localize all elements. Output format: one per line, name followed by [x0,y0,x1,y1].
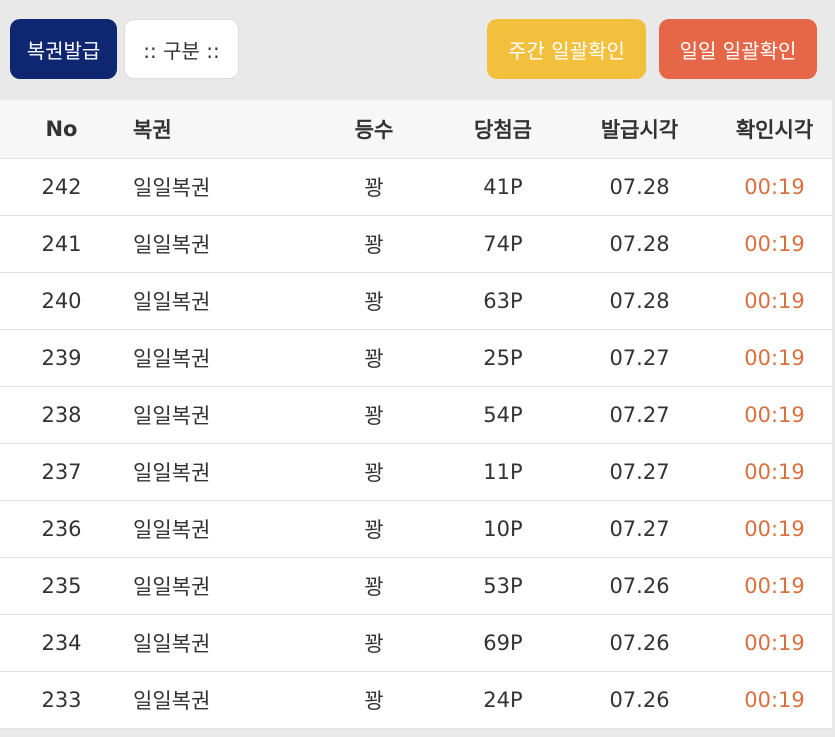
table-row: 241 일일복권 꽝 74P 07.28 00:19 [0,215,832,272]
table-row: 234 일일복권 꽝 69P 07.26 00:19 [0,614,832,671]
header-checked-time: 확인시각 [735,117,814,142]
cell-no: 238 [41,402,82,427]
cell-issued: 07.27 [609,402,670,427]
cell-type: 일일복권 [133,175,211,200]
cell-rank: 꽝 [364,403,384,428]
table-row: 239 일일복권 꽝 25P 07.27 00:19 [0,329,832,386]
cell-checked: 00:19 [744,231,805,256]
cell-no: 237 [41,459,82,484]
cell-issued: 07.27 [609,459,670,484]
cell-prize: 54P [483,402,523,427]
cell-type: 일일복권 [133,289,211,314]
cell-type: 일일복권 [133,460,211,485]
cell-no: 239 [41,345,82,370]
cell-issued: 07.27 [609,345,670,370]
cell-prize: 10P [483,516,523,541]
cell-rank: 꽝 [364,175,384,200]
cell-no: 240 [41,288,82,313]
cell-checked: 00:19 [744,459,805,484]
toolbar: 복권발급 :: 구분 :: 주간 일괄확인 일일 일괄확인 [0,0,835,98]
cell-prize: 69P [483,630,523,655]
cell-no: 241 [41,231,82,256]
weekly-batch-confirm-button[interactable]: 주간 일괄확인 [487,19,646,79]
category-filter-select[interactable]: :: 구분 :: [124,19,239,79]
table-row: 240 일일복권 꽝 63P 07.28 00:19 [0,272,832,329]
cell-issued: 07.28 [609,288,670,313]
table-row: 242 일일복권 꽝 41P 07.28 00:19 [0,158,832,215]
cell-type: 일일복권 [133,346,211,371]
cell-rank: 꽝 [364,517,384,542]
table-row: 238 일일복권 꽝 54P 07.27 00:19 [0,386,832,443]
lottery-table-container: No 복권 등수 당첨금 발급시각 확인시각 242 일일복권 꽝 41P 07… [0,100,832,729]
cell-no: 242 [41,174,82,199]
cell-rank: 꽝 [364,631,384,656]
cell-type: 일일복권 [133,517,211,542]
table-row: 237 일일복권 꽝 11P 07.27 00:19 [0,443,832,500]
header-prize: 당첨금 [474,117,532,142]
header-rank: 등수 [354,117,394,142]
cell-issued: 07.27 [609,516,670,541]
cell-type: 일일복권 [133,232,211,257]
cell-issued: 07.26 [609,687,670,712]
cell-issued: 07.26 [609,573,670,598]
table-row: 236 일일복권 꽝 10P 07.27 00:19 [0,500,832,557]
header-type: 복권 [133,117,172,142]
cell-checked: 00:19 [744,573,805,598]
cell-type: 일일복권 [133,688,211,713]
cell-no: 236 [41,516,82,541]
cell-rank: 꽝 [364,688,384,713]
table-row: 233 일일복권 꽝 24P 07.26 00:19 [0,671,832,728]
cell-prize: 24P [483,687,523,712]
cell-prize: 41P [483,174,523,199]
cell-issued: 07.26 [609,630,670,655]
cell-issued: 07.28 [609,231,670,256]
cell-checked: 00:19 [744,345,805,370]
cell-type: 일일복권 [133,631,211,656]
cell-type: 일일복권 [133,574,211,599]
table-row: 235 일일복권 꽝 53P 07.26 00:19 [0,557,832,614]
cell-prize: 53P [483,573,523,598]
header-no: No [45,116,78,141]
issue-lottery-button[interactable]: 복권발급 [10,19,117,79]
cell-prize: 25P [483,345,523,370]
cell-no: 233 [41,687,82,712]
cell-no: 234 [41,630,82,655]
cell-rank: 꽝 [364,460,384,485]
lottery-history-table: No 복권 등수 당첨금 발급시각 확인시각 242 일일복권 꽝 41P 07… [0,100,832,729]
header-issued-time: 발급시각 [600,117,679,142]
cell-checked: 00:19 [744,174,805,199]
cell-checked: 00:19 [744,402,805,427]
cell-checked: 00:19 [744,516,805,541]
daily-batch-confirm-button[interactable]: 일일 일괄확인 [659,19,817,79]
cell-rank: 꽝 [364,574,384,599]
cell-checked: 00:19 [744,630,805,655]
cell-issued: 07.28 [609,174,670,199]
cell-rank: 꽝 [364,232,384,257]
cell-prize: 63P [483,288,523,313]
cell-prize: 11P [483,459,523,484]
cell-checked: 00:19 [744,288,805,313]
cell-prize: 74P [483,231,523,256]
cell-rank: 꽝 [364,346,384,371]
table-header-row: No 복권 등수 당첨금 발급시각 확인시각 [0,100,832,158]
cell-rank: 꽝 [364,289,384,314]
cell-no: 235 [41,573,82,598]
cell-type: 일일복권 [133,403,211,428]
cell-checked: 00:19 [744,687,805,712]
